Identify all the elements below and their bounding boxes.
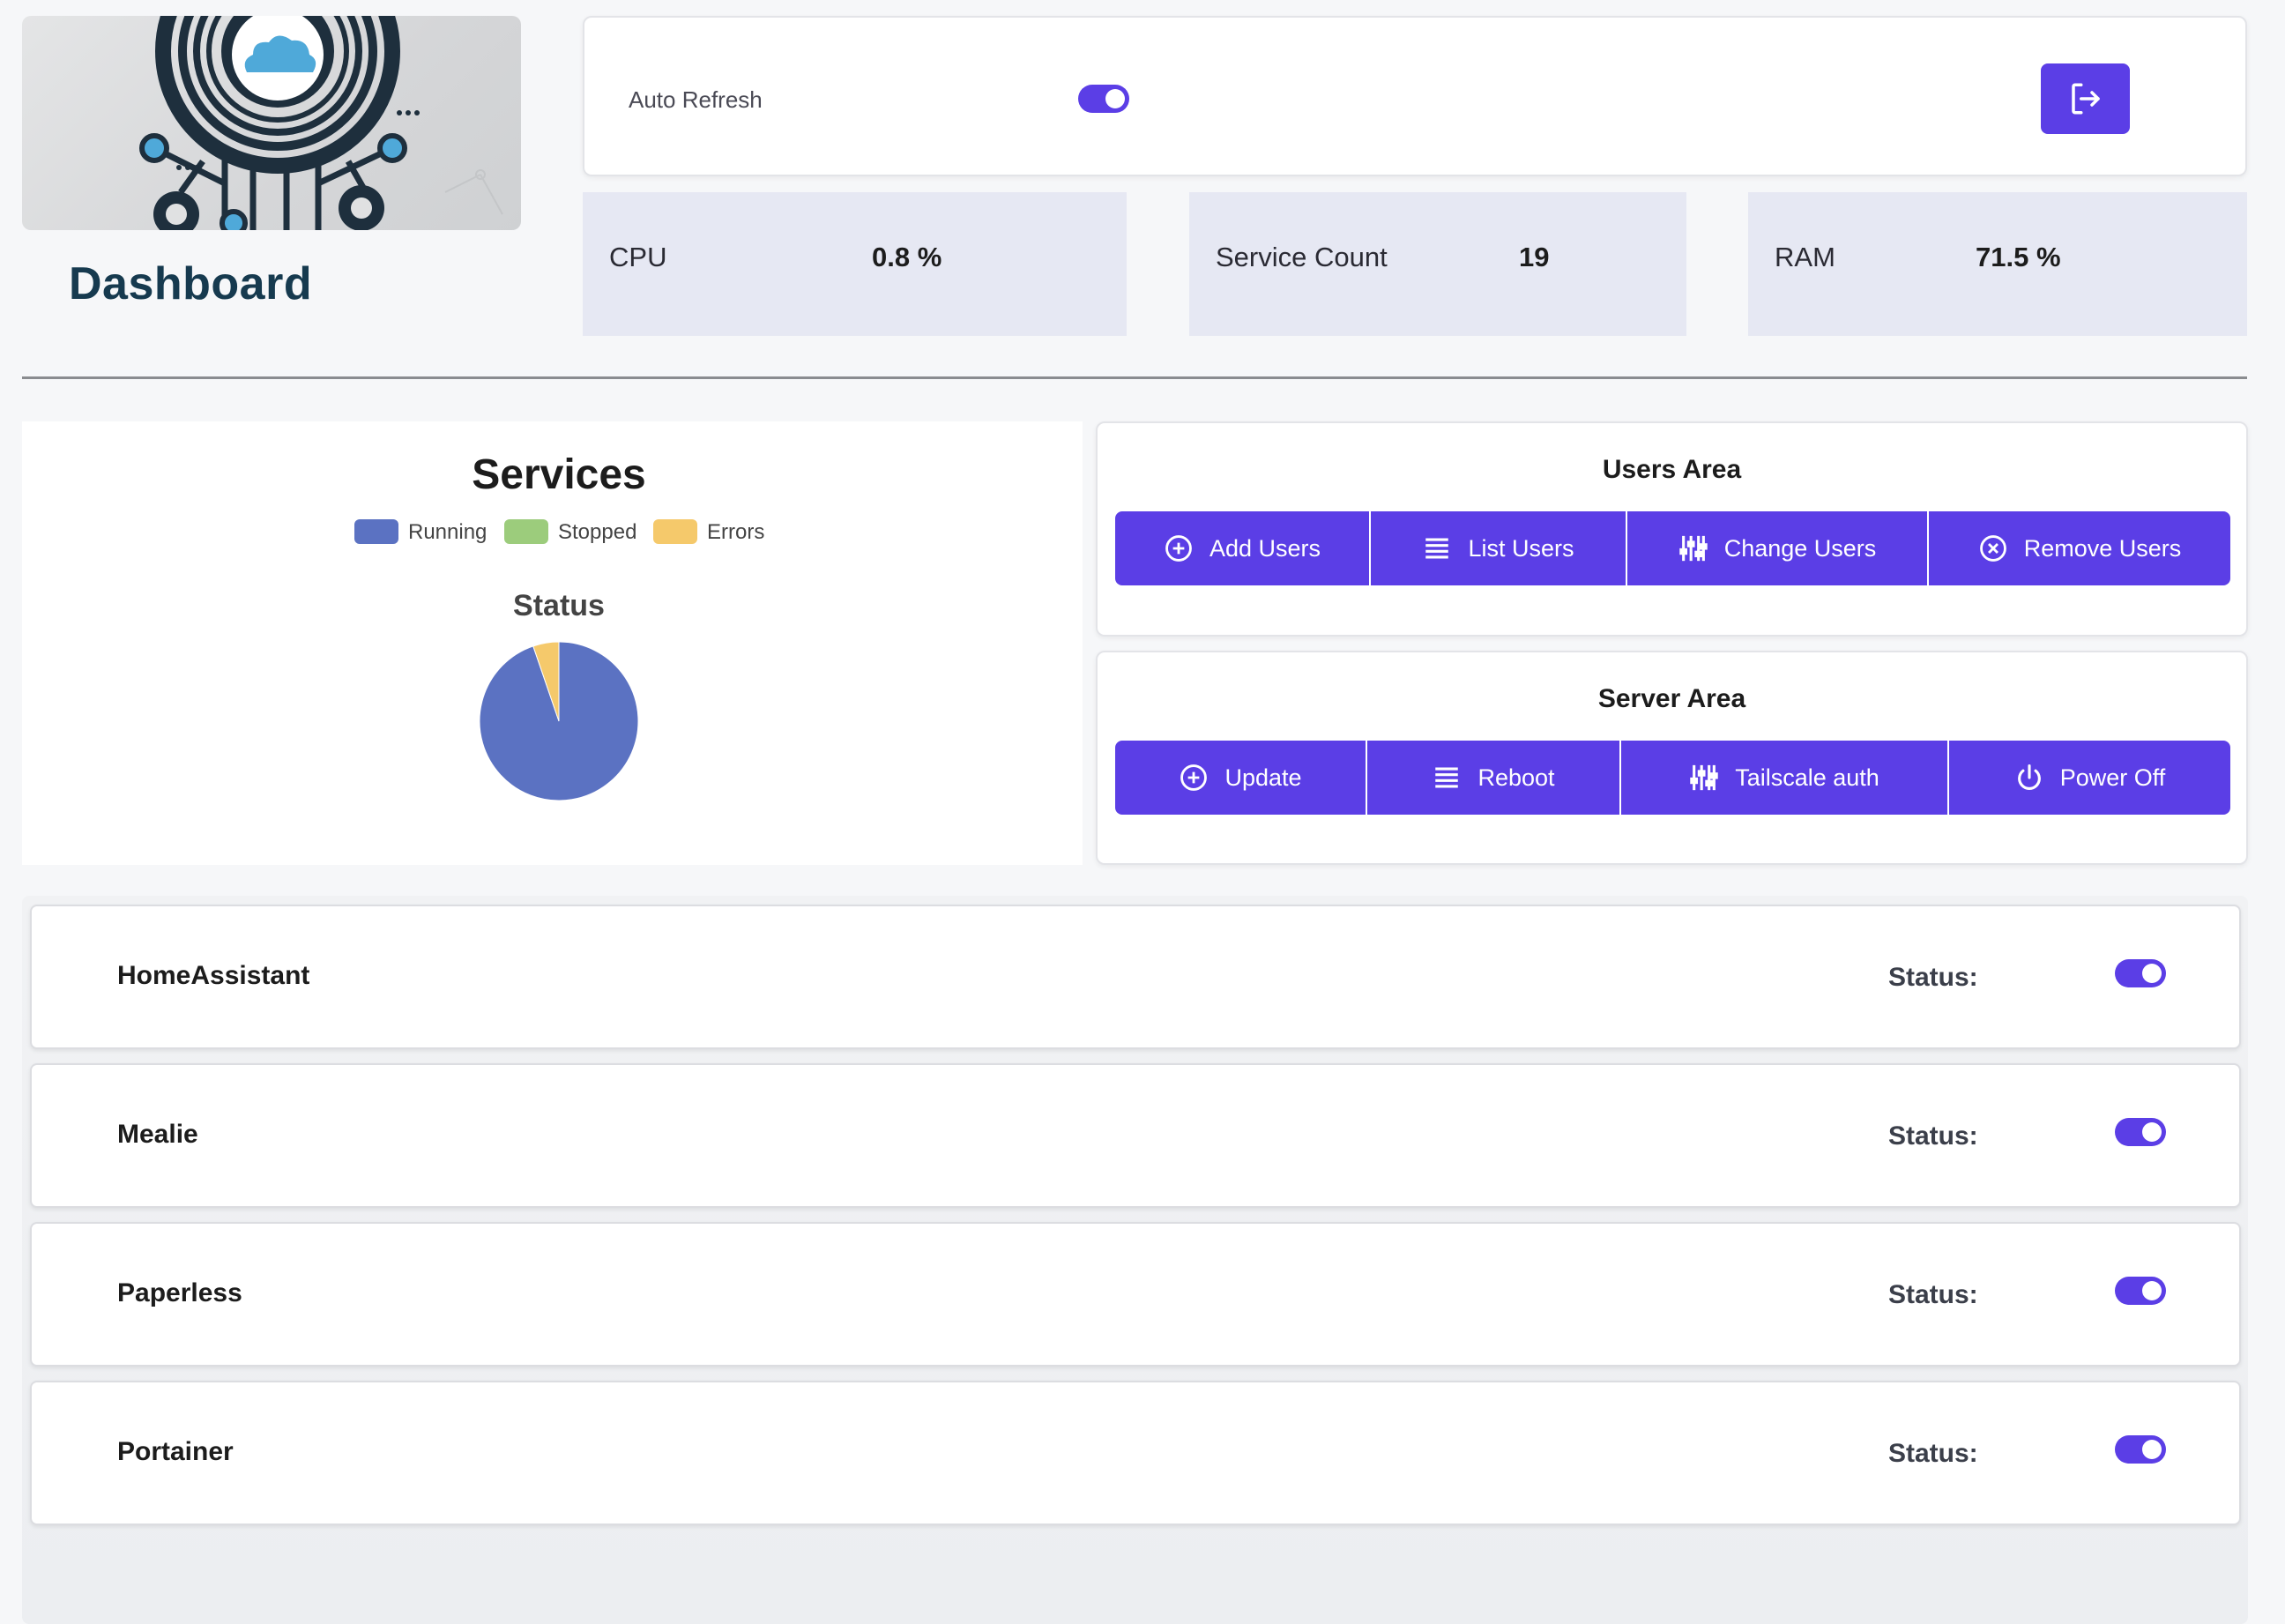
power-off-label: Power Off: [2059, 764, 2166, 791]
service-row-homeassistant: HomeAssistant Status:: [30, 905, 2241, 1049]
service-count-value: 19: [1519, 242, 1550, 272]
logo-image: [22, 16, 521, 230]
update-button[interactable]: Update: [1115, 741, 1367, 815]
logout-icon: [2071, 83, 2100, 115]
service-count-stat-card: Service Count 19: [1189, 192, 1686, 336]
tailscale-auth-label: Tailscale auth: [1735, 764, 1879, 791]
legend-label-errors: Errors: [707, 520, 764, 544]
service-status-toggle[interactable]: [2115, 1277, 2166, 1305]
sliders-icon: [1678, 535, 1708, 562]
legend-swatch-running: [354, 519, 398, 544]
service-status-toggle[interactable]: [2115, 1118, 2166, 1146]
remove-users-label: Remove Users: [2023, 534, 2182, 562]
list-users-button[interactable]: List Users: [1371, 511, 1627, 585]
users-area-title: Users Area: [1602, 455, 1742, 484]
legend-label-running: Running: [408, 520, 487, 544]
legend-swatch-errors: [653, 519, 697, 544]
service-status-toggle[interactable]: [2115, 1435, 2166, 1464]
service-row-paperless: Paperless Status:: [30, 1222, 2241, 1367]
service-status-label: Status:: [1888, 1280, 1978, 1309]
tailscale-auth-button[interactable]: Tailscale auth: [1621, 741, 1949, 815]
add-users-button[interactable]: Add Users: [1115, 511, 1371, 585]
power-icon: [2017, 764, 2041, 790]
service-name: Mealie: [117, 1120, 198, 1149]
service-row-mealie: Mealie Status:: [30, 1063, 2241, 1208]
service-row-portainer: Portainer Status:: [30, 1381, 2241, 1525]
chart-title: Status: [513, 589, 605, 622]
legend-swatch-stopped: [504, 519, 548, 544]
services-pie-chart: Services Running Stopped Errors Status: [354, 451, 764, 801]
reboot-button[interactable]: Reboot: [1367, 741, 1621, 815]
divider: [22, 376, 2247, 379]
power-off-button[interactable]: Power Off: [1949, 741, 2230, 815]
service-count-label: Service Count: [1216, 242, 1388, 272]
plus-circle-icon: [1180, 764, 1208, 791]
users-button-group: Add Users List Users Change Users Remove…: [1115, 511, 2230, 585]
update-label: Update: [1224, 764, 1302, 791]
controls-card: Auto Refresh: [583, 16, 2247, 176]
reboot-label: Reboot: [1477, 764, 1555, 791]
chart-heading: Services: [472, 451, 646, 498]
service-status-label: Status:: [1888, 1121, 1978, 1151]
change-users-button[interactable]: Change Users: [1627, 511, 1929, 585]
service-name: HomeAssistant: [117, 961, 310, 990]
auto-refresh-toggle[interactable]: [1078, 85, 1129, 113]
add-users-label: Add Users: [1209, 534, 1321, 562]
cpu-value: 0.8 %: [872, 242, 942, 272]
service-name: Portainer: [117, 1437, 234, 1466]
service-status-toggle[interactable]: [2115, 959, 2166, 987]
cpu-label: CPU: [609, 242, 667, 272]
users-area-card: Users Area Add Users List Users Change U…: [1096, 421, 2248, 637]
services-list: HomeAssistant Status: Mealie Status: Pap…: [22, 896, 2248, 1624]
services-chart-panel: Services Running Stopped Errors Status: [22, 421, 1083, 865]
logout-button[interactable]: [2041, 63, 2130, 134]
server-button-group: Update Reboot Tailscale auth Power Off: [1115, 741, 2230, 815]
remove-users-button[interactable]: Remove Users: [1929, 511, 2230, 585]
change-users-label: Change Users: [1723, 534, 1877, 562]
legend-label-stopped: Stopped: [558, 520, 636, 544]
ram-label: RAM: [1775, 242, 1835, 272]
cpu-stat-card: CPU 0.8 %: [583, 192, 1127, 336]
list-users-label: List Users: [1468, 534, 1574, 562]
service-status-label: Status:: [1888, 963, 1978, 992]
ram-value: 71.5 %: [1976, 242, 2061, 272]
list-icon: [1435, 767, 1459, 788]
service-status-label: Status:: [1888, 1439, 1978, 1468]
ram-stat-card: RAM 71.5 %: [1748, 192, 2247, 336]
plus-circle-icon: [1165, 535, 1192, 562]
service-name: Paperless: [117, 1278, 242, 1307]
x-circle-icon: [1979, 535, 2006, 562]
list-icon: [1425, 538, 1449, 559]
server-area-card: Server Area Update Reboot Tailscale auth…: [1096, 651, 2248, 865]
page-title: Dashboard: [69, 258, 313, 309]
sliders-icon: [1690, 764, 1718, 791]
server-area-title: Server Area: [1597, 684, 1746, 713]
auto-refresh-label: Auto Refresh: [629, 86, 763, 113]
